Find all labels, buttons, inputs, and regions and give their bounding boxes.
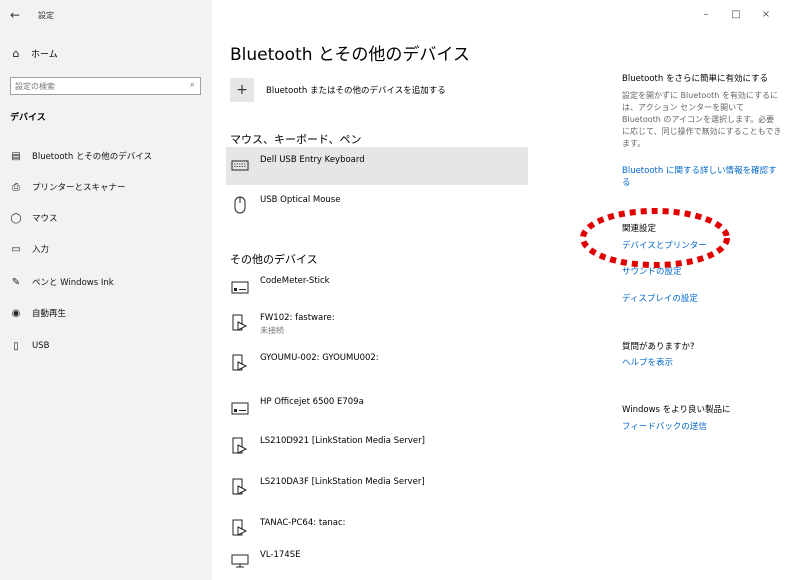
section-heading: デバイス [10, 113, 46, 123]
title-bar: ← 設定 [0, 0, 212, 30]
related-info-panel: Bluetooth をさらに簡単に有効にする 設定を開かずに Bluetooth… [622, 0, 782, 580]
sidebar-item-label: 自動再生 [32, 309, 67, 319]
device-item-keyboard[interactable]: Dell USB Entry Keyboard [226, 147, 528, 185]
sidebar: ← 設定 ⌂ ホーム ⌕ デバイス ▤ Bluetooth とその他のデバイス … [0, 0, 212, 580]
back-button[interactable]: ← [10, 8, 20, 22]
sidebar-item-usb[interactable]: ▯ USB [10, 337, 49, 355]
device-item-ls210d921[interactable]: LS210D921 [LinkStation Media Server] [226, 428, 528, 466]
sidebar-item-label: プリンターとスキャナー [32, 183, 126, 193]
search-box[interactable]: ⌕ [10, 77, 201, 95]
sidebar-item-autoplay[interactable]: ◉ 自動再生 [10, 304, 66, 322]
sidebar-item-mouse[interactable]: ◯ マウス [10, 209, 58, 227]
home-icon: ⌂ [12, 46, 20, 60]
plus-icon: + [230, 78, 254, 102]
device-item-codemeter[interactable]: CodeMeter-Stick [226, 268, 528, 306]
media-device-icon [230, 518, 250, 538]
pen-icon: ✎ [11, 276, 21, 288]
home-nav-item[interactable]: ⌂ ホーム [10, 43, 58, 63]
device-name: CodeMeter-Stick [260, 276, 330, 286]
drive-icon [230, 397, 250, 417]
question-heading: 質問がありますか? [622, 342, 695, 352]
sidebar-item-pen[interactable]: ✎ ペンと Windows Ink [10, 273, 114, 291]
mouse-icon: ◯ [10, 212, 22, 224]
autoplay-icon: ◉ [11, 307, 21, 319]
media-device-icon [230, 436, 250, 456]
sidebar-item-printers[interactable]: ⎙ プリンターとスキャナー [10, 178, 126, 196]
feedback-heading: Windows をより良い製品に [622, 405, 731, 415]
sidebar-item-typing[interactable]: ▭ 入力 [10, 240, 49, 258]
device-item-vl174se[interactable]: VL-174SE [226, 542, 528, 580]
keyboard-icon [230, 155, 250, 175]
related-settings-heading: 関連設定 [622, 224, 657, 234]
add-device-button[interactable]: + Bluetooth またはその他のデバイスを追加する [230, 78, 446, 102]
bluetooth-tip-text: 設定を開かずに Bluetooth を有効にするには、アクション センターを開い… [622, 91, 782, 148]
device-item-fw102[interactable]: FW102: fastware: 未接続 [226, 305, 528, 343]
page-title: Bluetooth とその他のデバイス [230, 45, 470, 65]
device-name: FW102: fastware: [260, 313, 335, 323]
display-settings-link[interactable]: ディスプレイの設定 [622, 293, 782, 305]
help-link[interactable]: ヘルプを表示 [622, 357, 782, 369]
sidebar-item-label: ペンと Windows Ink [32, 278, 114, 288]
bluetooth-devices-icon: ▤ [11, 150, 21, 162]
printer-icon: ⎙ [12, 181, 20, 193]
devices-and-printers-link[interactable]: デバイスとプリンター [622, 240, 782, 252]
bluetooth-info-link[interactable]: Bluetooth に関する詳しい情報を確認する [622, 165, 782, 189]
device-item-hp-officejet[interactable]: HP Officejet 6500 E709a [226, 389, 528, 427]
device-name: TANAC-PC64: tanac: [260, 518, 346, 528]
usb-icon: ▯ [13, 340, 19, 352]
bluetooth-tip-heading: Bluetooth をさらに簡単に有効にする [622, 74, 769, 84]
app-title: 設定 [38, 11, 54, 20]
device-name: LS210D921 [LinkStation Media Server] [260, 436, 425, 446]
other-devices-heading: その他のデバイス [230, 253, 318, 266]
sidebar-item-label: マウス [32, 214, 58, 224]
sidebar-item-bluetooth[interactable]: ▤ Bluetooth とその他のデバイス [10, 147, 152, 165]
sound-settings-link[interactable]: サウンドの設定 [622, 266, 782, 278]
monitor-icon [230, 550, 250, 570]
search-icon[interactable]: ⌕ [190, 80, 195, 90]
device-status: 未接続 [260, 326, 284, 335]
search-input[interactable] [15, 78, 181, 94]
feedback-link[interactable]: フィードバックの送信 [622, 421, 782, 433]
media-device-icon [230, 353, 250, 373]
media-device-icon [230, 313, 250, 333]
device-item-gyoumu[interactable]: GYOUMU-002: GYOUMU002: [226, 345, 528, 383]
device-item-mouse[interactable]: USB Optical Mouse [226, 187, 528, 225]
device-name: HP Officejet 6500 E709a [260, 397, 364, 407]
device-name: LS210DA3F [LinkStation Media Server] [260, 477, 425, 487]
input-devices-heading: マウス、キーボード、ペン [230, 133, 362, 146]
device-item-ls210da3f[interactable]: LS210DA3F [LinkStation Media Server] [226, 469, 528, 507]
sidebar-item-label: Bluetooth とその他のデバイス [32, 152, 152, 162]
sidebar-item-label: USB [32, 341, 50, 351]
device-name: USB Optical Mouse [260, 195, 341, 205]
device-name: Dell USB Entry Keyboard [260, 155, 365, 165]
home-label: ホーム [31, 49, 58, 60]
media-device-icon [230, 477, 250, 497]
add-device-label: Bluetooth またはその他のデバイスを追加する [266, 86, 446, 96]
device-name: VL-174SE [260, 550, 301, 560]
mouse-icon [230, 195, 250, 215]
keyboard-icon: ▭ [11, 243, 21, 255]
drive-icon [230, 276, 250, 296]
sidebar-item-label: 入力 [32, 245, 50, 255]
device-name: GYOUMU-002: GYOUMU002: [260, 353, 379, 363]
